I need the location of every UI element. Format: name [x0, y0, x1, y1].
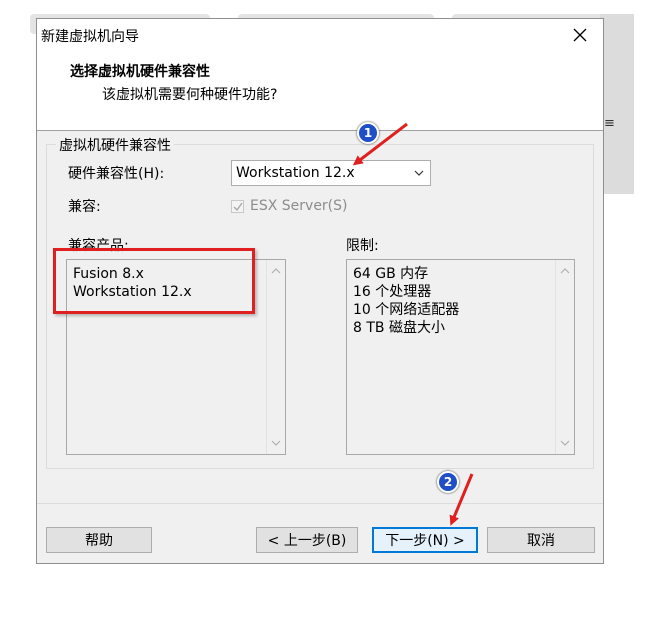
background-edge-text: ≡	[604, 116, 615, 131]
annotation-badge-2: 2	[437, 471, 459, 493]
list-item: 64 GB 内存	[353, 266, 429, 282]
checkbox-label: ESX Server(S)	[250, 198, 348, 214]
cancel-button[interactable]: 取消	[487, 527, 595, 553]
window-title: 新建虚拟机向导	[41, 29, 139, 45]
esx-server-checkbox[interactable]: ESX Server(S)	[231, 196, 348, 216]
vertical-scrollbar[interactable]	[266, 260, 285, 454]
scroll-up-arrow-icon[interactable]	[270, 266, 282, 276]
help-button[interactable]: 帮助	[46, 527, 152, 553]
hardware-compat-label: 硬件兼容性(H):	[68, 166, 165, 182]
group-label: 虚拟机硬件兼容性	[56, 135, 174, 155]
annotation-badge-1: 1	[357, 122, 379, 144]
compat-label: 兼容:	[68, 199, 101, 215]
back-button[interactable]: < 上一步(B)	[256, 527, 358, 553]
list-item: 8 TB 磁盘大小	[353, 320, 445, 336]
list-item: 16 个处理器	[353, 284, 432, 300]
dropdown-value: Workstation 12.x	[236, 165, 355, 181]
header-panel: 选择虚拟机硬件兼容性 该虚拟机需要何种硬件功能?	[37, 50, 603, 131]
list-item: 10 个网络适配器	[353, 302, 460, 318]
scroll-up-arrow-icon[interactable]	[559, 266, 571, 276]
page-subtitle: 该虚拟机需要何种硬件功能?	[102, 87, 278, 103]
chevron-down-icon	[414, 170, 424, 176]
scroll-down-arrow-icon[interactable]	[559, 438, 571, 448]
close-button[interactable]	[557, 19, 603, 50]
title-bar: 新建虚拟机向导	[37, 19, 603, 51]
footer-divider	[37, 503, 603, 504]
page-title: 选择虚拟机硬件兼容性	[70, 64, 210, 80]
checkbox-box	[231, 199, 244, 213]
next-button[interactable]: 下一步(N) >	[372, 527, 478, 553]
scroll-down-arrow-icon[interactable]	[270, 438, 282, 448]
checkmark-icon	[233, 202, 243, 211]
background-window-panel	[600, 14, 634, 194]
annotation-highlight-box	[53, 248, 255, 314]
vertical-scrollbar[interactable]	[555, 260, 574, 454]
close-icon	[573, 28, 587, 41]
hardware-compat-dropdown[interactable]: Workstation 12.x	[231, 160, 431, 186]
limits-list[interactable]: 64 GB 内存 16 个处理器 10 个网络适配器 8 TB 磁盘大小	[346, 259, 575, 455]
limits-label: 限制:	[346, 238, 379, 254]
